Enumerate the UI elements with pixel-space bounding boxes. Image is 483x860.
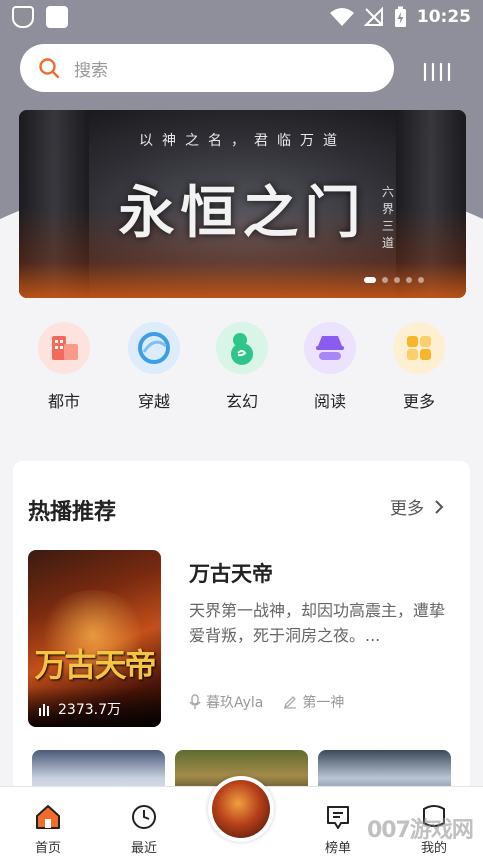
nav-label: 榜单 xyxy=(324,841,351,856)
book-description: 天界第一战神，却因功高震主，遭挚爱背叛，死于洞房之夜。... xyxy=(189,601,446,645)
pagination-dot xyxy=(382,277,388,283)
clock-icon xyxy=(132,805,156,829)
category-city[interactable]: 都市 xyxy=(24,322,104,412)
watermark: 007游戏网 xyxy=(367,818,474,843)
category-reading[interactable]: 阅读 xyxy=(290,322,370,412)
incognito-icon xyxy=(304,322,356,374)
pagination-dot xyxy=(406,277,412,283)
book-title[interactable]: 万古天帝 xyxy=(189,558,273,588)
featured-banner[interactable]: 以神之名，君临万道 永恒之门 六界三道 xyxy=(19,110,466,298)
book-meta: 暮玖Ayla 第一神 xyxy=(189,692,344,712)
section-title: 热播推荐 xyxy=(28,500,117,525)
app-notification-icon xyxy=(46,6,68,28)
nav-home[interactable]: 首页 xyxy=(8,803,88,856)
category-label: 更多 xyxy=(402,392,435,411)
grid-icon xyxy=(393,322,445,374)
nav-ranking[interactable]: 榜单 xyxy=(298,803,378,856)
shield-notification-icon xyxy=(12,6,34,28)
play-count: 2373.7万 xyxy=(38,699,121,719)
bar-chart-icon xyxy=(39,704,49,716)
cover-title: 万古天帝 xyxy=(34,646,156,684)
category-fantasy[interactable]: 玄幻 xyxy=(202,322,282,412)
category-label: 都市 xyxy=(47,392,80,411)
pagination-dot-active xyxy=(364,277,376,283)
category-time-travel[interactable]: 穿越 xyxy=(114,322,194,412)
author-name: 暮玖Ayla xyxy=(206,695,264,711)
book-author: 暮玖Ayla xyxy=(189,692,263,712)
menu-icon[interactable] xyxy=(422,60,454,82)
play-count-value: 2373.7万 xyxy=(58,702,121,718)
city-icon xyxy=(38,322,90,374)
pagination-dot xyxy=(394,277,400,283)
clock-time: 10:25 xyxy=(416,7,471,27)
swirl-icon xyxy=(128,322,180,374)
ranking-icon xyxy=(327,806,349,829)
gourd-icon xyxy=(216,322,268,374)
category-label: 穿越 xyxy=(137,392,170,411)
search-placeholder: 搜索 xyxy=(74,60,108,81)
banner-pagination xyxy=(364,277,424,283)
recommend-section: 热播推荐 更多 万古天帝 2373.7万 万古天帝 天界第一战神，却因功高震主，… xyxy=(13,461,470,801)
book-narrator: 第一神 xyxy=(283,692,344,712)
now-playing-cover xyxy=(212,780,270,838)
microphone-icon xyxy=(189,694,201,709)
now-playing-button[interactable] xyxy=(208,776,274,842)
narrator-name: 第一神 xyxy=(302,695,345,711)
category-label: 阅读 xyxy=(313,392,346,411)
pen-icon xyxy=(284,696,297,709)
status-bar: 10:25 xyxy=(0,0,483,34)
home-icon xyxy=(36,805,60,829)
banner-side-text: 六界三道 xyxy=(381,185,394,250)
nav-label: 最近 xyxy=(130,841,157,856)
banner-title: 永恒之门 xyxy=(118,180,367,246)
nav-recent[interactable]: 最近 xyxy=(104,803,184,856)
more-label: 更多 xyxy=(390,499,424,519)
chevron-right-icon xyxy=(435,499,444,514)
search-input[interactable]: 搜索 xyxy=(20,44,394,92)
battery-charging-icon xyxy=(394,6,406,27)
banner-subtitle: 以神之名，君临万道 xyxy=(139,133,346,149)
wifi-icon xyxy=(329,8,354,26)
search-icon xyxy=(39,58,60,79)
category-more[interactable]: 更多 xyxy=(379,322,459,412)
category-row: 都市 穿越 玄幻 阅读 更多 xyxy=(0,322,483,412)
pagination-dot xyxy=(418,277,424,283)
section-more-link[interactable]: 更多 xyxy=(390,494,444,519)
featured-book-cover[interactable]: 万古天帝 2373.7万 xyxy=(28,550,161,727)
signal-off-icon xyxy=(363,7,383,26)
category-label: 玄幻 xyxy=(225,392,258,411)
nav-label: 首页 xyxy=(34,841,61,856)
